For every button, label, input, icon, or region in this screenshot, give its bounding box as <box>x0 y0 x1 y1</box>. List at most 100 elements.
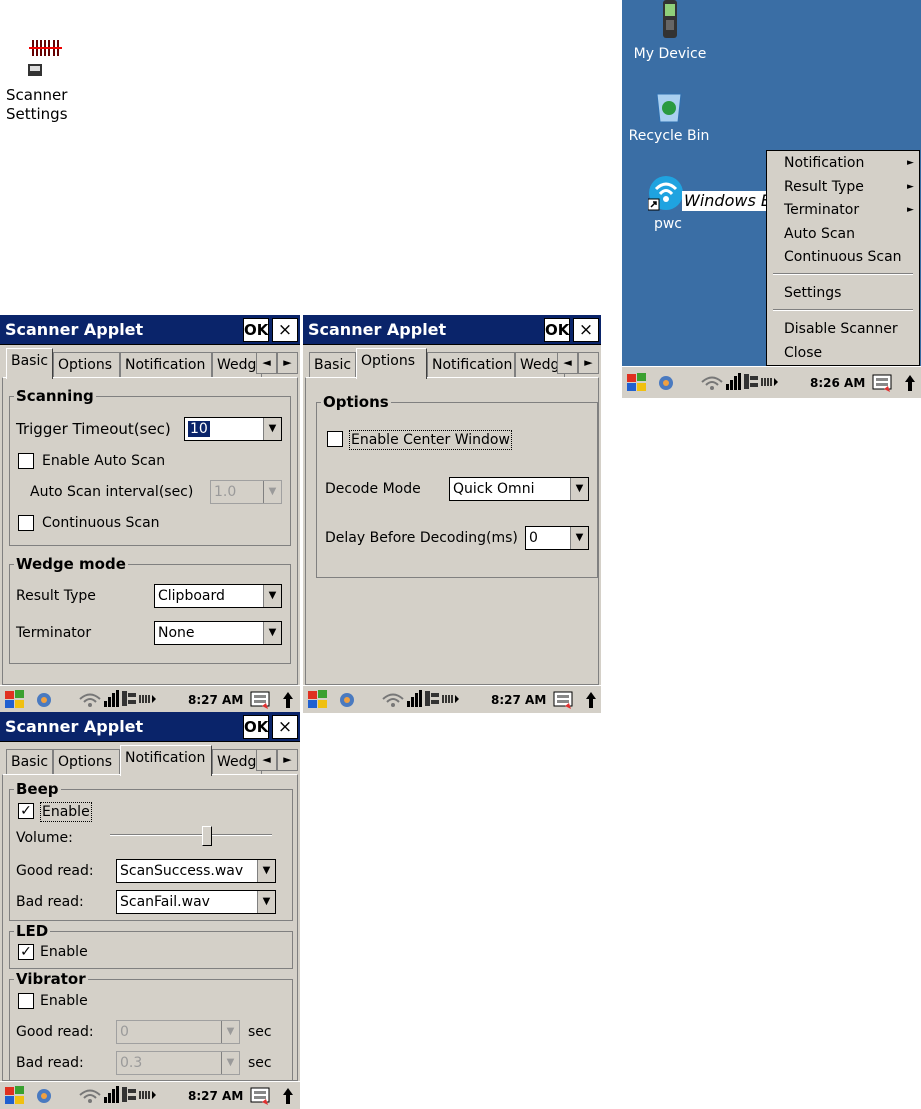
tab-basic[interactable]: Basic <box>6 749 53 775</box>
wifi-icon[interactable] <box>78 691 102 713</box>
sync-icon[interactable] <box>337 690 357 713</box>
vibrator-enable-checkbox[interactable] <box>18 993 34 1009</box>
tab-scroll-right-icon[interactable]: ► <box>277 749 298 771</box>
scanner-settings-shortcut[interactable]: Scanner Settings <box>6 36 86 124</box>
taskbar-clock[interactable]: 8:27 AM <box>188 692 243 708</box>
chevron-down-icon[interactable]: ▼ <box>221 1021 239 1043</box>
tab-notification[interactable]: Notification <box>427 352 515 378</box>
result-type-combo[interactable]: Clipboard ▼ <box>154 584 282 608</box>
decode-mode-combo[interactable]: Quick Omni ▼ <box>449 477 589 501</box>
tab-scroll-left-icon[interactable]: ◄ <box>557 352 578 374</box>
menu-item-terminator[interactable]: Terminator ► <box>784 201 914 219</box>
chevron-down-icon[interactable]: ▼ <box>257 891 275 913</box>
auto-scan-interval-combo[interactable]: 1.0 ▼ <box>210 480 282 504</box>
taskbar-clock[interactable]: 8:27 AM <box>188 1088 243 1104</box>
up-arrow-icon[interactable] <box>282 690 294 713</box>
ok-button[interactable]: OK <box>243 715 269 739</box>
menu-item-auto-scan[interactable]: Auto Scan <box>784 225 855 243</box>
sync-icon[interactable] <box>34 1086 54 1109</box>
tab-scroll-left-icon[interactable]: ◄ <box>256 749 277 771</box>
menu-item-notification[interactable]: Notification ► <box>784 154 914 172</box>
recycle-bin-shortcut[interactable]: Recycle Bin <box>624 88 714 144</box>
chevron-down-icon[interactable]: ▼ <box>263 418 281 440</box>
ok-button[interactable]: OK <box>544 318 570 342</box>
wifi-icon[interactable] <box>700 374 724 397</box>
menu-item-continuous-scan[interactable]: Continuous Scan <box>784 248 902 266</box>
tab-wedge[interactable]: Wedg <box>212 352 262 378</box>
tab-notification[interactable]: Notification <box>120 745 212 776</box>
my-device-shortcut[interactable]: My Device <box>630 0 710 62</box>
close-button[interactable]: × <box>272 318 298 342</box>
enable-auto-scan-checkbox[interactable] <box>18 453 34 469</box>
sync-icon[interactable] <box>34 690 54 713</box>
tab-basic[interactable]: Basic <box>6 348 53 379</box>
led-enable-checkbox[interactable]: ✓ <box>18 944 34 960</box>
start-flag-icon[interactable] <box>626 373 648 398</box>
keyboard-icon[interactable] <box>553 690 575 713</box>
up-arrow-icon[interactable] <box>904 373 916 398</box>
continuous-scan-checkbox[interactable] <box>18 515 34 531</box>
bad-read-combo[interactable]: ScanFail.wav ▼ <box>116 890 276 914</box>
signal-icon[interactable] <box>104 1085 156 1109</box>
start-flag-icon[interactable] <box>4 690 26 713</box>
tab-basic[interactable]: Basic <box>309 352 356 378</box>
chevron-down-icon[interactable]: ▼ <box>221 1052 239 1074</box>
ie-shortcut[interactable]: Windows E <box>648 173 773 215</box>
window-title: Scanner Applet <box>308 320 447 339</box>
ok-button[interactable]: OK <box>243 318 269 342</box>
menu-item-close[interactable]: Close <box>784 344 822 362</box>
chevron-down-icon[interactable]: ▼ <box>570 527 588 549</box>
close-button[interactable]: × <box>272 715 298 739</box>
chevron-down-icon[interactable]: ▼ <box>263 622 281 644</box>
volume-slider-track[interactable] <box>110 834 272 836</box>
menu-item-settings[interactable]: Settings <box>784 284 841 302</box>
up-arrow-icon[interactable] <box>282 1086 294 1109</box>
signal-icon[interactable] <box>726 372 778 397</box>
tab-options[interactable]: Options <box>356 348 427 379</box>
vibrator-enable-label: Enable <box>40 993 88 1009</box>
wifi-icon[interactable] <box>78 1087 102 1109</box>
good-read-value: ScanSuccess.wav <box>120 863 244 879</box>
vibrator-good-read-combo[interactable]: 0 ▼ <box>116 1020 240 1044</box>
keyboard-icon[interactable] <box>872 373 894 398</box>
signal-icon[interactable] <box>407 689 459 713</box>
wifi-icon[interactable] <box>381 691 405 713</box>
tab-scroll-right-icon[interactable]: ► <box>578 352 599 374</box>
menu-item-disable-scanner[interactable]: Disable Scanner <box>784 320 898 338</box>
options-group: Options Enable Center Window Decode Mode… <box>316 393 598 578</box>
enable-center-window-checkbox[interactable] <box>327 431 343 447</box>
keyboard-icon[interactable] <box>250 690 272 713</box>
tab-notification[interactable]: Notification <box>120 352 212 378</box>
taskbar-clock[interactable]: 8:26 AM <box>810 375 865 391</box>
up-arrow-icon[interactable] <box>585 690 597 713</box>
taskbar-clock[interactable]: 8:27 AM <box>491 692 546 708</box>
tab-scroll-right-icon[interactable]: ► <box>277 352 298 374</box>
vibrator-good-read-label: Good read: <box>16 1024 94 1040</box>
beep-enable-checkbox[interactable]: ✓ <box>18 803 34 819</box>
tab-options[interactable]: Options <box>53 352 120 378</box>
tab-wedge[interactable]: Wedg <box>212 749 262 775</box>
chevron-down-icon[interactable]: ▼ <box>570 478 588 500</box>
pwc-label[interactable]: pwc <box>648 216 688 232</box>
enable-center-window-label: Enable Center Window <box>349 430 512 450</box>
chevron-down-icon[interactable]: ▼ <box>263 585 281 607</box>
menu-item-result-type[interactable]: Result Type ► <box>784 178 914 196</box>
taskbar: 8:26 AM <box>622 366 921 398</box>
tab-scroll-left-icon[interactable]: ◄ <box>256 352 277 374</box>
close-button[interactable]: × <box>573 318 599 342</box>
chevron-down-icon[interactable]: ▼ <box>263 481 281 503</box>
keyboard-icon[interactable] <box>250 1086 272 1109</box>
start-flag-icon[interactable] <box>4 1086 26 1109</box>
sync-icon[interactable] <box>656 373 676 398</box>
good-read-combo[interactable]: ScanSuccess.wav ▼ <box>116 859 276 883</box>
terminator-combo[interactable]: None ▼ <box>154 621 282 645</box>
tab-options[interactable]: Options <box>53 749 120 775</box>
chevron-down-icon[interactable]: ▼ <box>257 860 275 882</box>
start-flag-icon[interactable] <box>307 690 329 713</box>
delay-before-decoding-combo[interactable]: 0 ▼ <box>525 526 589 550</box>
signal-icon[interactable] <box>104 689 156 713</box>
trigger-timeout-combo[interactable]: 10 ▼ <box>184 417 282 441</box>
shortcut-label-line1: Scanner <box>6 86 68 104</box>
volume-slider-thumb[interactable] <box>202 826 213 846</box>
vibrator-bad-read-combo[interactable]: 0.3 ▼ <box>116 1051 240 1075</box>
